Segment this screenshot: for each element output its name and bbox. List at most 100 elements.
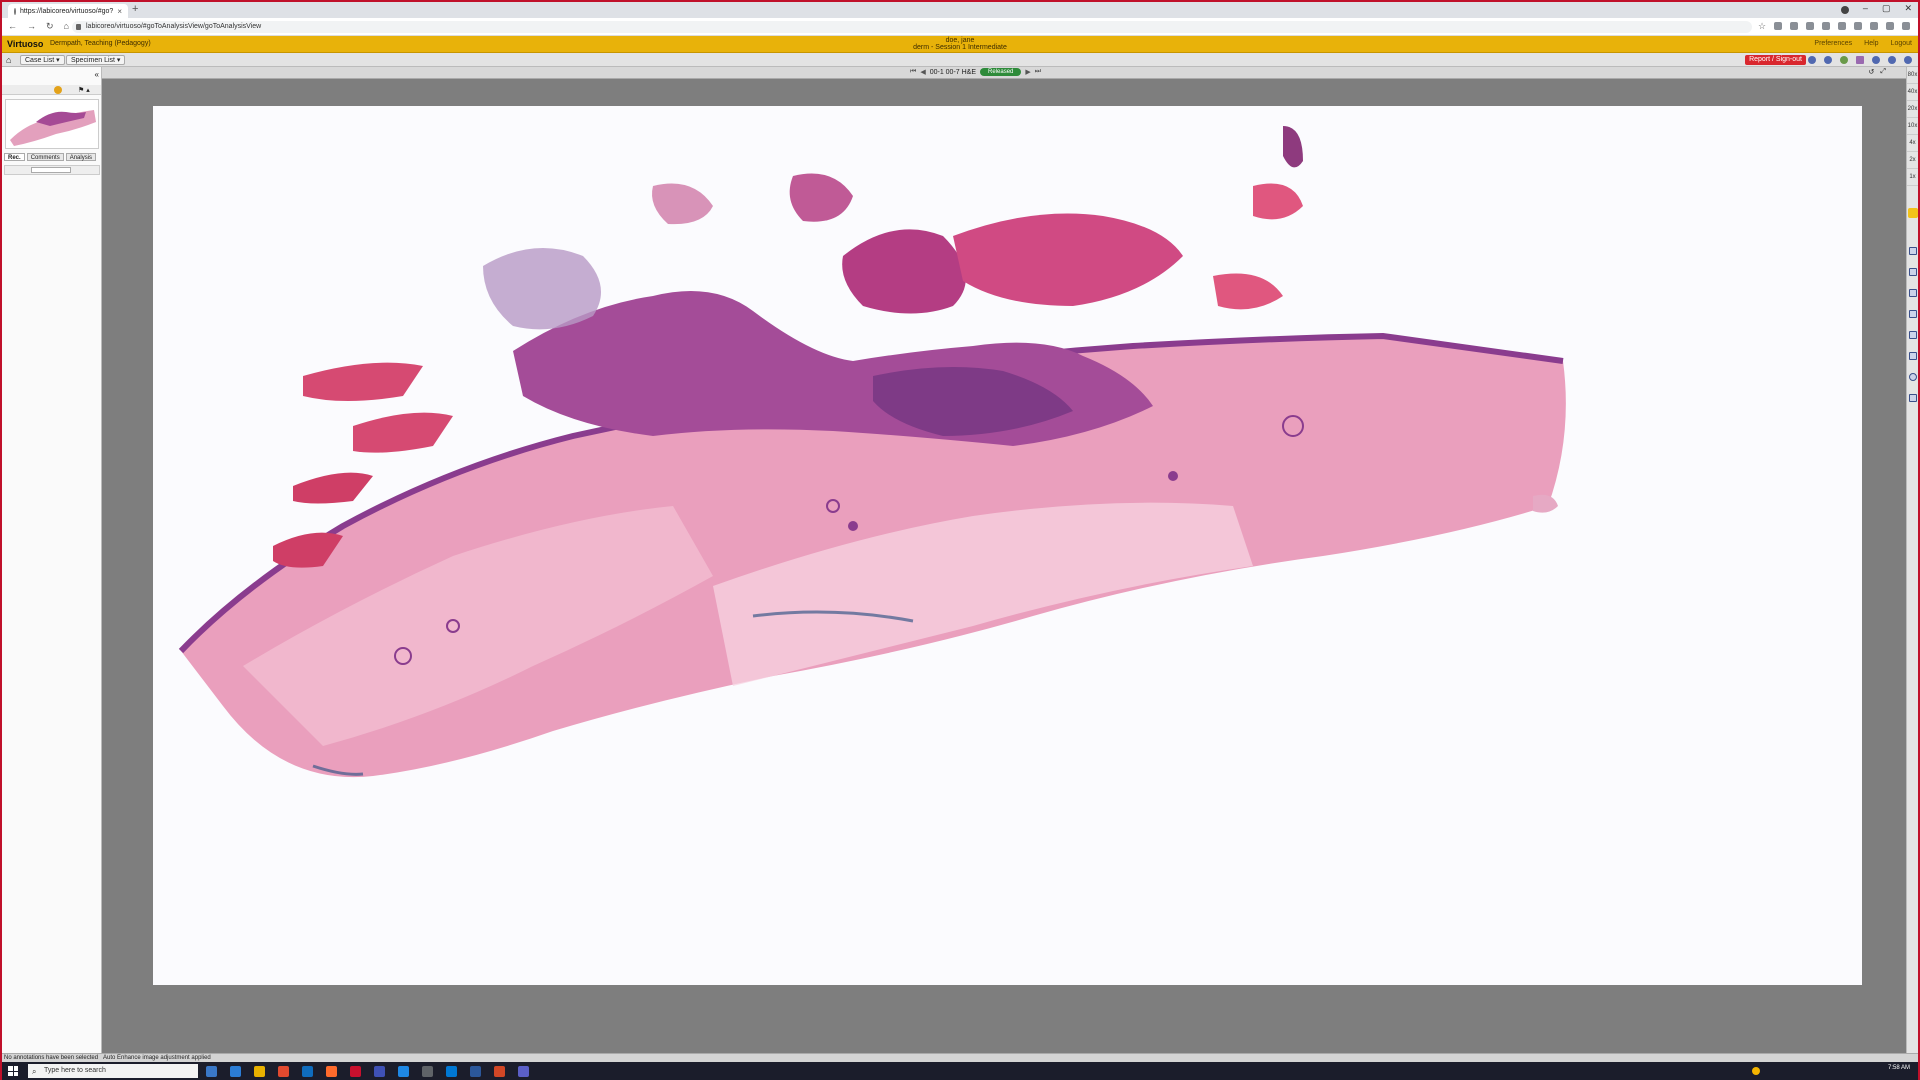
taskbar-app-icon[interactable] [278,1066,289,1077]
zoom-4x-button[interactable]: 4x [1907,135,1918,152]
url-field[interactable]: labicoreo/virtuoso/#goToAnalysisView/goT… [72,21,1752,33]
site-favicon-icon [14,7,16,15]
taskbar-app-icon[interactable] [350,1066,361,1077]
next-slide-icon[interactable]: ▶ [1025,68,1030,76]
status-badge: Released [980,68,1022,76]
filter-select[interactable] [31,167,71,173]
system-tray: 7:58 AM [1752,1065,1910,1075]
rotate-icon[interactable]: ↺ [1869,68,1875,76]
taskbar-app-icon[interactable] [254,1066,265,1077]
logout-link[interactable]: Logout [1891,40,1912,47]
tab-rec[interactable]: Rec. [4,153,25,161]
extension-icon[interactable] [1822,22,1830,30]
zoom-80x-button[interactable]: 80x [1907,67,1918,84]
arrow-tool-icon[interactable] [1909,310,1917,318]
taskbar-app-icon[interactable] [326,1066,337,1077]
first-slide-icon[interactable]: ⏮ [910,68,916,76]
forward-icon[interactable]: → [27,21,36,32]
nav-buttons: ← → ↻ ⌂ [8,21,69,32]
bookmark-star-icon[interactable]: ☆ [1758,22,1766,31]
header-links: Preferences Help Logout [1814,40,1912,47]
zoom-10x-button[interactable]: 10x [1907,118,1918,135]
taskbar-app-icon[interactable] [446,1066,457,1077]
close-tab-icon[interactable]: × [117,7,122,16]
help-link[interactable]: Help [1864,40,1878,47]
layers-icon[interactable] [1840,56,1848,64]
browser-tab[interactable]: https://labicoreo/virtuoso/#go? × [8,4,128,18]
measure-tool-icon[interactable] [1909,331,1917,339]
browser-menu-icon[interactable] [1902,22,1910,30]
slide-navigation: ⏮ ◀ 00-1 00-7 H&E Released ▶ ⏭ [910,68,1041,76]
session-name: derm - Session 1 Intermediate [913,44,1007,51]
extension-icon[interactable] [1806,22,1814,30]
taskbar-app-icon[interactable] [206,1066,217,1077]
share-icon[interactable] [1824,56,1832,64]
extension-icon[interactable] [1870,22,1878,30]
fullscreen-icon[interactable]: ⤢ [1880,68,1886,76]
reload-icon[interactable]: ↻ [46,21,54,32]
zoom-40x-button[interactable]: 40x [1907,84,1918,101]
search-icon: ⌕ [32,1067,37,1076]
settings-icon[interactable] [1872,56,1880,64]
taskbar-app-icon[interactable] [374,1066,385,1077]
rectangle-tool-icon[interactable] [1909,247,1917,255]
prev-slide-icon[interactable]: ◀ [920,68,925,76]
status-bar: No annotations have been selected Auto E… [2,1053,1918,1062]
close-window-icon[interactable]: ✕ [1904,3,1912,14]
last-slide-icon[interactable]: ⏭ [1035,68,1041,76]
ellipse-tool-icon[interactable] [1909,373,1917,381]
home-icon[interactable]: ⌂ [64,21,69,32]
report-signout-button[interactable]: Report / Sign-out [1745,55,1806,65]
maximize-icon[interactable]: ▢ [1882,3,1891,14]
flag-icon[interactable]: ⚑ ▴ [78,86,90,94]
extension-icons: ☆ [1758,22,1910,31]
status-message: Auto Enhance image adjustment applied [103,1055,211,1061]
info-icon[interactable] [1808,56,1816,64]
slide-label: 00-1 00-7 H&E [929,68,977,76]
tab-analysis[interactable]: Analysis [65,153,97,161]
extension-icon[interactable] [1838,22,1846,30]
taskbar-search[interactable]: ⌕ Type here to search [28,1064,198,1078]
back-icon[interactable]: ← [8,21,17,32]
pen-tool-icon[interactable] [1909,352,1917,360]
annotation-tool-icon[interactable] [54,86,62,94]
slide-thumbnail[interactable] [5,99,99,149]
taskbar-apps [206,1066,529,1077]
right-tool-rail: 80x 40x 20x 10x 4x 2x 1x [1906,67,1918,1053]
extension-icon[interactable] [1854,22,1862,30]
eraser-tool-icon[interactable] [1909,394,1917,402]
tab-comments[interactable]: Comments [26,153,64,161]
window-icon[interactable] [1888,56,1896,64]
slide-canvas[interactable] [153,106,1862,985]
account-icon[interactable] [1840,6,1849,14]
extension-icon[interactable] [1790,22,1798,30]
grid-icon[interactable] [1856,56,1864,64]
new-tab-icon[interactable]: + [132,3,138,15]
preferences-link[interactable]: Preferences [1814,40,1852,47]
extension-icon[interactable] [1774,22,1782,30]
user-name: doe, jane [945,37,975,44]
freehand-tool-icon[interactable] [1909,268,1917,276]
search-icon[interactable] [1904,56,1912,64]
zoom-20x-button[interactable]: 20x [1907,101,1918,118]
annotation-highlight-icon[interactable] [1908,208,1918,218]
windows-taskbar: ⌕ Type here to search 7:58 AM [2,1062,1918,1080]
profile-avatar-icon[interactable] [1886,22,1894,30]
taskbar-app-icon[interactable] [302,1066,313,1077]
taskbar-app-icon[interactable] [422,1066,433,1077]
weather-icon[interactable] [1752,1067,1760,1075]
text-tool-icon[interactable] [1909,289,1917,297]
taskbar-app-icon[interactable] [494,1066,505,1077]
zoom-1x-button[interactable]: 1x [1907,169,1918,186]
specimen-list-dropdown[interactable]: Specimen List ▾ [66,55,126,65]
taskbar-app-icon[interactable] [470,1066,481,1077]
case-list-dropdown[interactable]: Case List ▾ [20,55,65,65]
home-icon[interactable]: ⌂ [6,55,11,65]
taskbar-app-icon[interactable] [398,1066,409,1077]
zoom-2x-button[interactable]: 2x [1907,152,1918,169]
taskbar-app-icon[interactable] [230,1066,241,1077]
windows-start-icon[interactable] [8,1066,18,1076]
minimize-icon[interactable]: – [1863,3,1868,14]
collapse-sidebar-icon[interactable]: « [95,70,99,79]
taskbar-app-icon[interactable] [518,1066,529,1077]
